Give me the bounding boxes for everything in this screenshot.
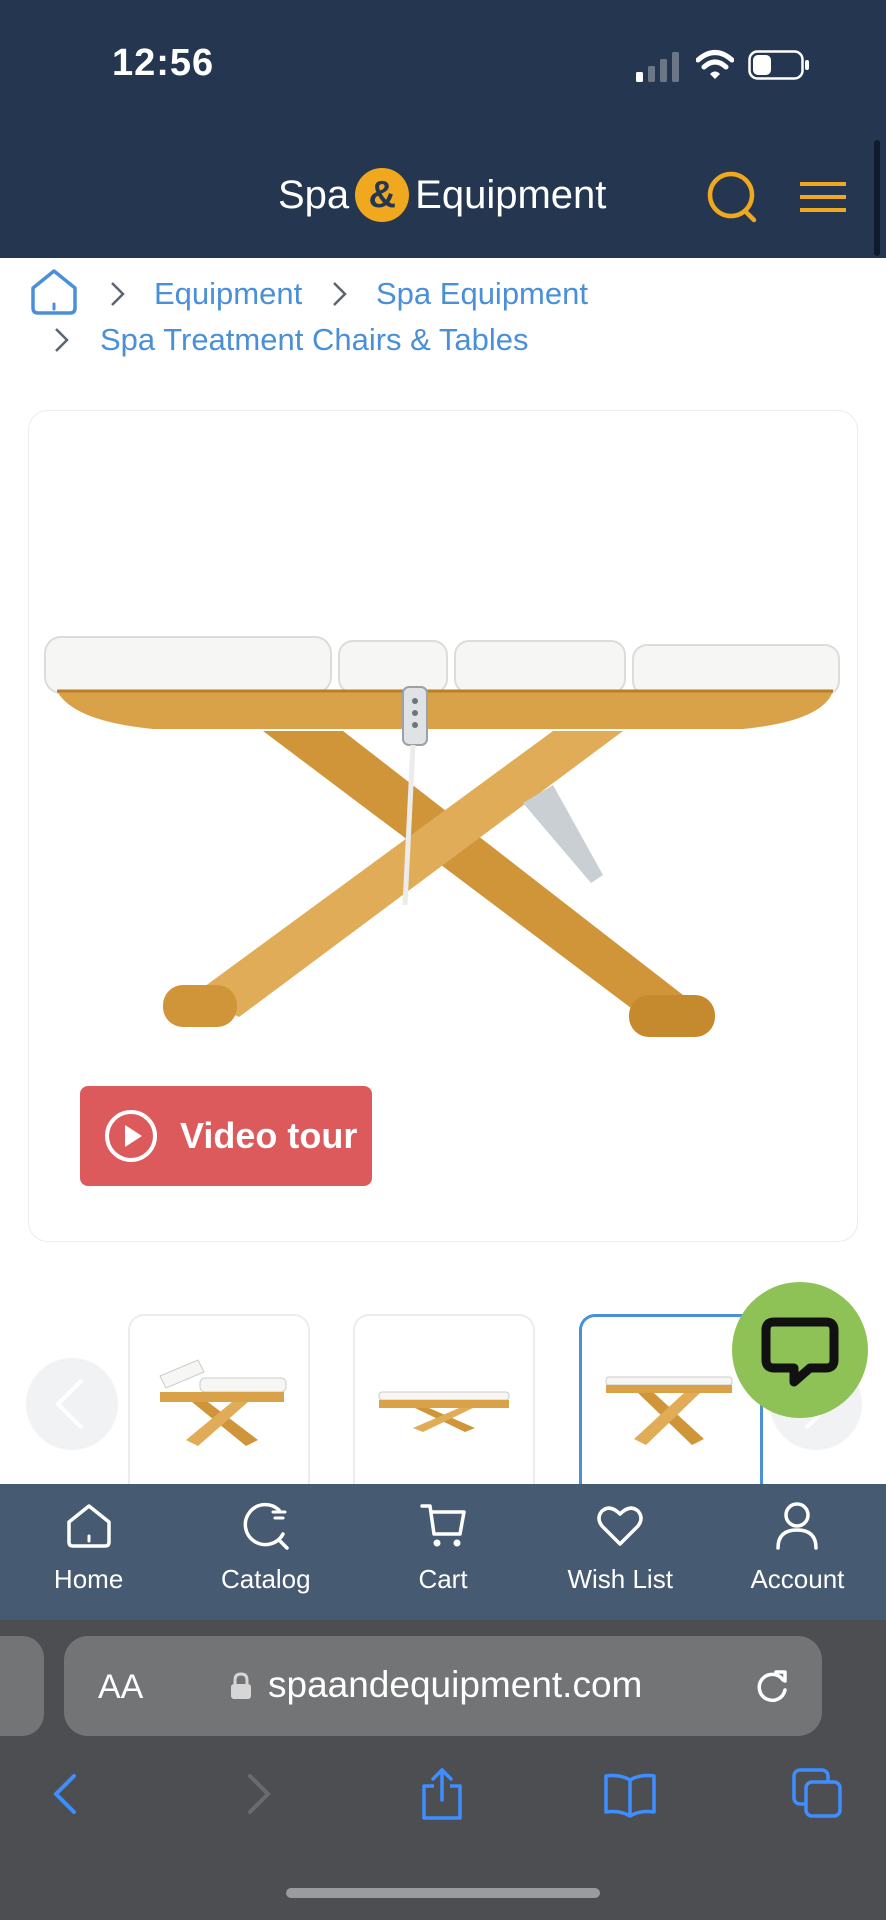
site-logo[interactable]: Spa & Equipment bbox=[278, 168, 607, 222]
video-tour-button[interactable]: Video tour bbox=[80, 1086, 372, 1186]
chevron-left-icon bbox=[55, 1378, 84, 1430]
forward-icon[interactable] bbox=[230, 1766, 286, 1822]
thumbnail-image-table-reclined bbox=[159, 1359, 287, 1446]
battery-icon bbox=[748, 50, 809, 80]
nav-catalog-label: Catalog bbox=[220, 1564, 311, 1594]
wifi-icon bbox=[696, 50, 734, 79]
chevron-right-icon bbox=[333, 282, 347, 306]
nav-account[interactable]: Account bbox=[709, 1484, 886, 1620]
previous-tab-preview[interactable] bbox=[0, 1636, 44, 1736]
chevron-right-icon bbox=[111, 282, 125, 306]
product-thumbnail[interactable] bbox=[128, 1314, 310, 1486]
product-thumbnail[interactable] bbox=[353, 1314, 535, 1486]
lock-icon bbox=[231, 1672, 251, 1699]
url-text: spaandequipment.com bbox=[268, 1664, 643, 1705]
nav-wish-list[interactable]: Wish List bbox=[532, 1484, 709, 1620]
catalog-icon bbox=[243, 1502, 289, 1550]
thumbnail-prev-button[interactable] bbox=[26, 1358, 118, 1450]
nav-home[interactable]: Home bbox=[0, 1484, 177, 1620]
page-scrollbar[interactable] bbox=[874, 140, 880, 256]
nav-catalog[interactable]: Catalog bbox=[177, 1484, 354, 1620]
chevron-right-icon bbox=[55, 328, 69, 352]
nav-cart[interactable]: Cart bbox=[354, 1484, 531, 1620]
nav-cart-label: Cart bbox=[418, 1564, 468, 1594]
breadcrumb-spa-equipment[interactable]: Spa Equipment bbox=[376, 276, 588, 312]
heart-icon bbox=[597, 1506, 643, 1546]
chat-bubble-icon bbox=[761, 1317, 839, 1387]
breadcrumb-equipment[interactable]: Equipment bbox=[154, 276, 302, 312]
breadcrumb-spa-treatment-chairs-tables[interactable]: Spa Treatment Chairs & Tables bbox=[100, 322, 528, 358]
hamburger-menu-icon[interactable] bbox=[800, 180, 846, 214]
bookmarks-icon[interactable] bbox=[602, 1766, 658, 1822]
video-tour-label: Video tour bbox=[180, 1115, 358, 1156]
reload-icon[interactable] bbox=[752, 1666, 792, 1706]
status-time: 12:56 bbox=[112, 42, 215, 84]
nav-account-label: Account bbox=[750, 1564, 845, 1594]
thumbnail-image-table-low bbox=[378, 1391, 510, 1432]
play-circle-icon bbox=[105, 1110, 157, 1162]
logo-text-spa: Spa bbox=[278, 172, 350, 217]
logo-ampersand: & bbox=[355, 168, 410, 222]
home-indicator bbox=[286, 1888, 600, 1898]
nav-home-label: Home bbox=[53, 1564, 124, 1594]
signal-icon bbox=[636, 52, 679, 82]
breadcrumb-home-icon[interactable] bbox=[28, 266, 80, 318]
tabs-icon[interactable] bbox=[790, 1766, 846, 1822]
product-image-massage-table bbox=[44, 636, 840, 1037]
live-chat-button[interactable] bbox=[732, 1282, 868, 1418]
text-size-button[interactable]: AA bbox=[98, 1668, 143, 1707]
nav-wish-list-label: Wish List bbox=[567, 1564, 673, 1594]
user-icon bbox=[776, 1502, 819, 1550]
logo-text-equipment: Equipment bbox=[415, 172, 607, 217]
bottom-navigation: Home Catalog Cart Wish List Account bbox=[0, 1484, 886, 1620]
search-icon[interactable] bbox=[704, 168, 762, 226]
share-icon[interactable] bbox=[414, 1766, 470, 1822]
home-icon bbox=[66, 1504, 111, 1548]
cart-icon bbox=[420, 1504, 466, 1547]
back-icon[interactable] bbox=[38, 1766, 94, 1822]
